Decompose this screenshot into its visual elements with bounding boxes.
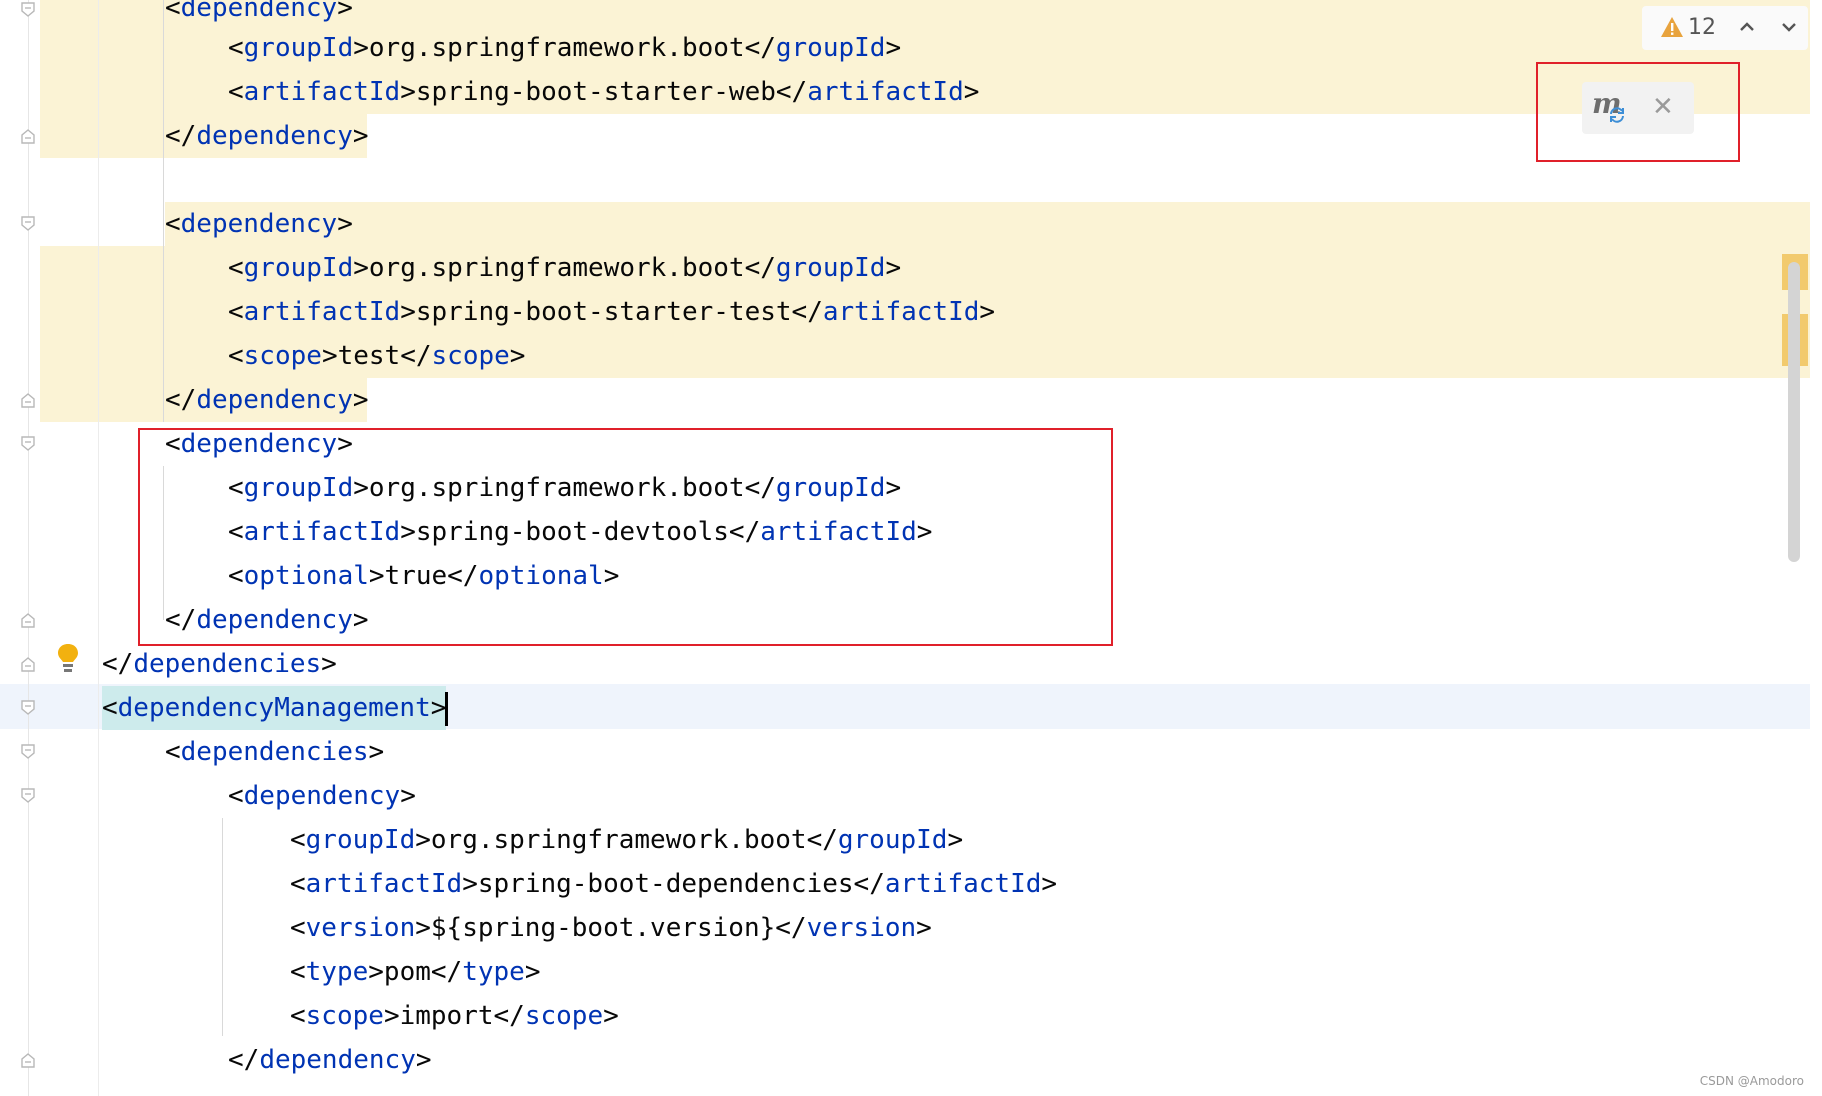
warning-count: 12 xyxy=(1688,15,1716,40)
fold-marker-icon[interactable] xyxy=(20,744,36,760)
fold-end-marker-icon[interactable] xyxy=(20,128,36,144)
fold-end-marker-icon[interactable] xyxy=(20,1052,36,1068)
watermark: CSDN @Amodoro xyxy=(1699,1074,1804,1088)
indent-guide xyxy=(222,818,223,1036)
annotation-box xyxy=(138,428,1113,646)
gutter-separator xyxy=(28,0,29,1096)
maven-reload-popup[interactable]: m ✕ xyxy=(1582,82,1694,134)
code-editor[interactable]: <dependency> <groupId>org.springframewor… xyxy=(0,0,1822,1096)
warning-triangle-icon[interactable] xyxy=(1660,16,1684,38)
chevron-up-icon[interactable] xyxy=(1738,16,1756,38)
fold-end-marker-icon[interactable] xyxy=(20,392,36,408)
highlight-block xyxy=(165,202,1810,246)
chevron-down-icon[interactable] xyxy=(1780,16,1798,38)
vertical-scrollbar[interactable] xyxy=(1788,262,1800,562)
close-icon[interactable]: ✕ xyxy=(1652,94,1674,120)
inspection-widget[interactable]: 12 xyxy=(1642,6,1808,50)
indent-guide xyxy=(163,0,164,422)
gutter-separator xyxy=(98,0,99,1096)
fold-marker-icon[interactable] xyxy=(20,216,36,232)
lightbulb-icon[interactable] xyxy=(56,642,80,676)
text-cursor xyxy=(445,691,448,726)
fold-end-marker-icon[interactable] xyxy=(20,656,36,672)
fold-marker-icon[interactable] xyxy=(20,700,36,716)
sync-icon[interactable] xyxy=(1608,106,1626,124)
fold-marker-icon[interactable] xyxy=(20,788,36,804)
fold-end-marker-icon[interactable] xyxy=(20,612,36,628)
fold-marker-icon[interactable] xyxy=(20,436,36,452)
fold-marker-icon[interactable] xyxy=(20,2,36,18)
